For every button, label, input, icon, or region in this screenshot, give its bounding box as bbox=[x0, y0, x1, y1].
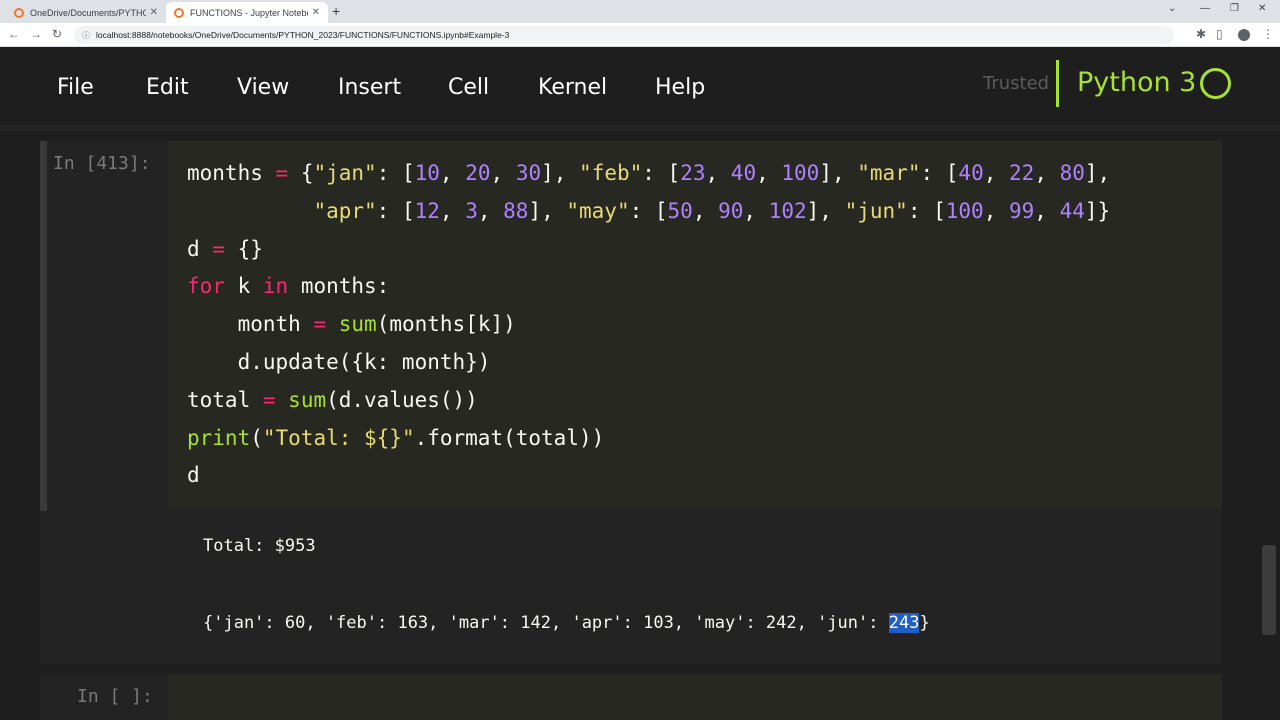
minimize-icon[interactable]: — bbox=[1200, 3, 1210, 14]
stdout-output: Total: $953 bbox=[203, 536, 316, 556]
jupyter-header: File Edit View Insert Cell Kernel Help T… bbox=[0, 47, 1280, 125]
result-output[interactable]: {'jan': 60, 'feb': 163, 'mar': 142, 'apr… bbox=[203, 613, 930, 633]
tab-title: OneDrive/Documents/PYTHON_ bbox=[30, 7, 146, 18]
browser-tabstrip: OneDrive/Documents/PYTHON_ ✕ FUNCTIONS -… bbox=[0, 0, 1280, 23]
code-line-6: d.update({k: month}) bbox=[187, 349, 491, 374]
code-line-8: print("Total: ${}".format(total)) bbox=[187, 425, 605, 450]
kernel-name[interactable]: Python 3 bbox=[1077, 67, 1196, 98]
code-line-5: month = sum(months[k]) bbox=[187, 312, 516, 337]
close-tab-icon[interactable]: ✕ bbox=[312, 7, 320, 18]
browser-toolbar: ← → ↻ ⓘ localhost:8888/notebooks/OneDriv… bbox=[0, 23, 1280, 47]
menu-view[interactable]: View bbox=[237, 75, 289, 100]
jupyter-favicon-icon bbox=[174, 7, 184, 18]
selected-text: 243 bbox=[888, 613, 920, 633]
menu-help[interactable]: Help bbox=[655, 75, 705, 100]
input-prompt: In [413]: bbox=[53, 153, 151, 174]
extensions-icon[interactable]: ✱ bbox=[1196, 27, 1206, 41]
menu-kernel[interactable]: Kernel bbox=[538, 75, 607, 100]
scrollbar-thumb[interactable] bbox=[1262, 545, 1276, 635]
menu-cell[interactable]: Cell bbox=[448, 75, 489, 100]
input-prompt: In [ ]: bbox=[77, 686, 153, 707]
code-line-7: total = sum(d.values()) bbox=[187, 387, 478, 412]
restore-icon[interactable]: ❐ bbox=[1230, 3, 1239, 14]
browser-menu-icon[interactable]: ⋮ bbox=[1262, 27, 1274, 41]
trusted-indicator[interactable]: Trusted bbox=[983, 73, 1049, 94]
notebook-container: In [413]: months = {"jan": [10, 20, 30],… bbox=[0, 131, 1260, 720]
output-area: Total: $953 {'jan': 60, 'feb': 163, 'mar… bbox=[40, 511, 1222, 664]
new-tab-button[interactable]: + bbox=[332, 3, 340, 19]
reload-icon[interactable]: ↻ bbox=[52, 27, 62, 41]
cell-selection-bar bbox=[40, 141, 47, 511]
browser-tab-onedrive[interactable]: OneDrive/Documents/PYTHON_ ✕ bbox=[6, 2, 166, 23]
jupyter-favicon-icon bbox=[14, 7, 24, 18]
menu-file[interactable]: File bbox=[57, 75, 94, 100]
back-arrow-icon[interactable]: ← bbox=[8, 27, 20, 41]
menu-edit[interactable]: Edit bbox=[146, 75, 189, 100]
kernel-divider bbox=[1056, 60, 1059, 107]
code-line-1: months = {"jan": [10, 20, 30], "feb": [2… bbox=[187, 161, 1111, 185]
code-content[interactable]: months = {"jan": [10, 20, 30], "feb": [2… bbox=[187, 155, 1110, 495]
code-line-3: d = {} bbox=[187, 236, 263, 261]
result-text: {'jan': 60, 'feb': 163, 'mar': 142, 'apr… bbox=[203, 613, 889, 633]
code-line-4: for k in months: bbox=[187, 274, 390, 299]
result-text-end: } bbox=[919, 613, 930, 633]
chevron-down-icon[interactable]: ⌄ bbox=[1168, 3, 1176, 14]
address-url: localhost:8888/notebooks/OneDrive/Docume… bbox=[96, 30, 510, 40]
close-tab-icon[interactable]: ✕ bbox=[150, 7, 158, 18]
code-cell[interactable]: In [413]: months = {"jan": [10, 20, 30],… bbox=[40, 141, 1222, 664]
info-icon[interactable]: ⓘ bbox=[82, 30, 90, 41]
code-line-9: d bbox=[187, 463, 200, 488]
empty-code-cell[interactable]: In [ ]: bbox=[40, 674, 1222, 720]
tab-title: FUNCTIONS - Jupyter Notebook bbox=[190, 7, 308, 18]
address-bar[interactable]: ⓘ localhost:8888/notebooks/OneDrive/Docu… bbox=[74, 26, 1174, 44]
code-line-2: "apr": [12, 3, 88], "may": [50, 90, 102]… bbox=[313, 198, 1111, 223]
browser-tab-functions[interactable]: FUNCTIONS - Jupyter Notebook ✕ bbox=[166, 2, 328, 23]
close-window-icon[interactable]: ✕ bbox=[1258, 3, 1266, 14]
menu-insert[interactable]: Insert bbox=[338, 75, 401, 100]
code-editor[interactable] bbox=[168, 674, 1222, 720]
profile-avatar[interactable] bbox=[1238, 29, 1250, 41]
kernel-idle-icon bbox=[1200, 68, 1231, 99]
forward-arrow-icon[interactable]: → bbox=[30, 27, 42, 41]
sidebar-icon[interactable]: ▯ bbox=[1216, 27, 1223, 41]
